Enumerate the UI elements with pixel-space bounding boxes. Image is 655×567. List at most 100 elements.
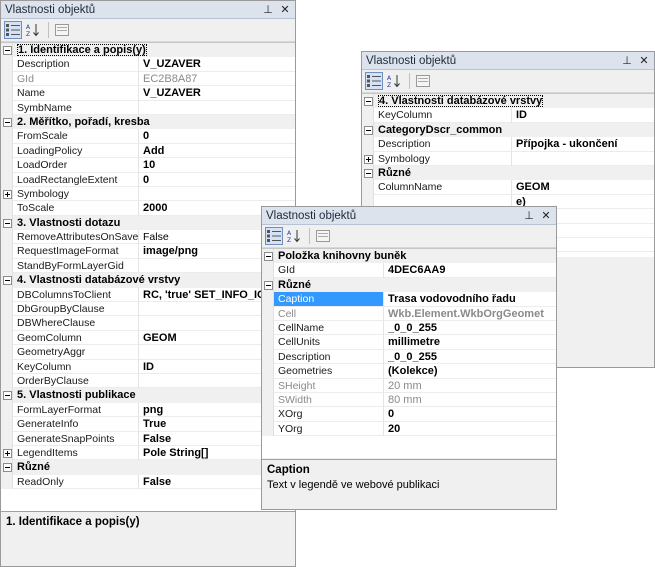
property-row[interactable]: KeyColumn ID bbox=[362, 108, 654, 123]
property-value[interactable]: 10 bbox=[139, 158, 295, 173]
collapse-icon[interactable] bbox=[3, 117, 12, 127]
alphabetical-sort-icon[interactable]: AZ bbox=[285, 227, 303, 245]
category-row[interactable]: Položka knihovny buněk bbox=[262, 249, 556, 264]
property-row[interactable]: OrderByClause bbox=[1, 373, 295, 389]
collapse-icon[interactable] bbox=[364, 168, 373, 178]
property-row[interactable]: SHeight 20 mm bbox=[262, 378, 556, 393]
property-row[interactable]: RemoveAttributesOnSave False bbox=[1, 230, 295, 245]
property-grid[interactable]: Položka knihovny buněk GId 4DEC6AA9 Různé Ca… bbox=[262, 248, 556, 458]
collapse-icon[interactable] bbox=[264, 252, 273, 261]
expand-icon[interactable] bbox=[3, 189, 12, 199]
property-value[interactable] bbox=[139, 101, 295, 115]
property-value[interactable]: 0 bbox=[384, 407, 556, 422]
expand-icon[interactable] bbox=[364, 154, 373, 164]
categorized-view-icon[interactable] bbox=[265, 227, 283, 245]
property-value[interactable]: V_UZAVER bbox=[139, 86, 295, 101]
collapse-icon[interactable] bbox=[364, 125, 373, 135]
property-grid[interactable]: 1. Identifikace a popis(y) Description V_U… bbox=[1, 42, 295, 512]
property-row[interactable]: GenerateInfo True bbox=[1, 417, 295, 432]
property-value[interactable]: millimetre bbox=[384, 335, 556, 350]
property-value[interactable]: GEOM bbox=[512, 180, 654, 195]
property-row[interactable]: XOrg 0 bbox=[262, 407, 556, 422]
collapse-icon[interactable] bbox=[3, 463, 12, 473]
property-row[interactable]: GId EC2B8A87 bbox=[1, 71, 295, 87]
category-row[interactable]: 2. Měřítko, pořadí, kresba bbox=[1, 114, 295, 130]
property-value[interactable] bbox=[512, 152, 654, 166]
property-value[interactable]: 80 mm bbox=[384, 393, 556, 408]
property-row[interactable]: LoadingPolicy Add bbox=[1, 143, 295, 159]
property-row[interactable]: GenerateSnapPoints False bbox=[1, 431, 295, 446]
property-row[interactable]: SymbName bbox=[1, 100, 295, 115]
category-row[interactable]: 4. Vlastnosti databázové vrstvy bbox=[1, 273, 295, 288]
category-row[interactable]: 5. Vlastnosti publikace bbox=[1, 388, 295, 403]
category-row[interactable]: Různé bbox=[362, 165, 654, 181]
panel-titlebar[interactable]: Vlastnosti objektů ⊥ ✕ bbox=[362, 52, 654, 70]
pin-icon[interactable]: ⊥ bbox=[522, 209, 536, 223]
close-icon[interactable]: ✕ bbox=[539, 209, 553, 223]
property-row[interactable]: DBWhereClause bbox=[1, 316, 295, 331]
property-row[interactable]: Symbology bbox=[1, 186, 295, 202]
property-pages-icon[interactable] bbox=[314, 227, 332, 245]
property-value[interactable]: (Kolekce) bbox=[384, 364, 556, 379]
category-row[interactable]: 1. Identifikace a popis(y) bbox=[1, 43, 295, 58]
category-row[interactable]: CategoryDscr_common bbox=[362, 122, 654, 138]
pin-icon[interactable]: ⊥ bbox=[620, 54, 634, 68]
expand-icon[interactable] bbox=[3, 448, 12, 458]
panel-titlebar[interactable]: Vlastnosti objektů ⊥ ✕ bbox=[262, 207, 556, 225]
property-row[interactable]: LegendItems Pole String[] bbox=[1, 445, 295, 461]
category-row[interactable]: Různé bbox=[262, 277, 556, 293]
property-row[interactable]: FormLayerFormat png bbox=[1, 402, 295, 418]
property-row[interactable]: GeometryAggr bbox=[1, 345, 295, 360]
property-row[interactable]: Cell Wkb.Element.WkbOrgGeomet bbox=[262, 306, 556, 321]
property-row[interactable]: Description Přípojka - ukončení bbox=[362, 137, 654, 152]
category-row[interactable]: 3. Vlastnosti dotazu bbox=[1, 215, 295, 231]
collapse-icon[interactable] bbox=[3, 46, 12, 55]
property-row[interactable]: Caption Trasa vodovodního řadu bbox=[262, 292, 556, 307]
property-row[interactable]: KeyColumn ID bbox=[1, 359, 295, 374]
categorized-view-icon[interactable] bbox=[4, 21, 22, 39]
property-value[interactable]: 0 bbox=[139, 129, 295, 144]
collapse-icon[interactable] bbox=[3, 391, 12, 401]
category-row[interactable]: Různé bbox=[1, 460, 295, 475]
property-row[interactable]: ToScale 2000 bbox=[1, 201, 295, 216]
property-row[interactable]: LoadRectangleExtent 0 bbox=[1, 172, 295, 187]
property-row[interactable]: DbGroupByClause bbox=[1, 302, 295, 317]
property-value[interactable]: 20 mm bbox=[384, 379, 556, 393]
property-row[interactable]: CellName _0_0_255 bbox=[262, 320, 556, 336]
property-row[interactable]: Symbology bbox=[362, 151, 654, 166]
property-pages-icon[interactable] bbox=[53, 21, 71, 39]
category-row[interactable]: 4. Vlastnosti databázové vrstvy bbox=[362, 94, 654, 109]
property-value[interactable]: 0 bbox=[139, 173, 295, 187]
property-row[interactable]: Description V_UZAVER bbox=[1, 57, 295, 72]
property-row[interactable]: Geometries (Kolekce) bbox=[262, 364, 556, 379]
property-row[interactable]: LoadOrder 10 bbox=[1, 158, 295, 173]
property-value[interactable]: _0_0_255 bbox=[384, 350, 556, 365]
property-value[interactable]: EC2B8A87 bbox=[139, 72, 295, 87]
collapse-icon[interactable] bbox=[3, 218, 12, 228]
property-row[interactable]: StandByFormLayerGid bbox=[1, 258, 295, 274]
collapse-icon[interactable] bbox=[3, 276, 12, 286]
property-row[interactable]: GId 4DEC6AA9 bbox=[262, 263, 556, 278]
property-row[interactable]: CellUnits millimetre bbox=[262, 335, 556, 350]
property-row[interactable]: Description _0_0_255 bbox=[262, 349, 556, 365]
property-value[interactable]: Add bbox=[139, 144, 295, 159]
property-value[interactable]: V_UZAVER bbox=[139, 57, 295, 72]
property-value[interactable]: Wkb.Element.WkbOrgGeomet bbox=[384, 307, 556, 321]
property-value[interactable]: 4DEC6AA9 bbox=[384, 263, 556, 278]
property-row[interactable]: SWidth 80 mm bbox=[262, 392, 556, 408]
property-value[interactable] bbox=[139, 187, 295, 202]
categorized-view-icon[interactable] bbox=[365, 72, 383, 90]
property-row[interactable]: FromScale 0 bbox=[1, 129, 295, 144]
panel-titlebar[interactable]: Vlastnosti objektů ⊥ ✕ bbox=[1, 1, 295, 19]
collapse-icon[interactable] bbox=[264, 280, 273, 290]
property-value[interactable]: _0_0_255 bbox=[384, 321, 556, 336]
property-row[interactable]: RequestImageFormat image/png bbox=[1, 244, 295, 259]
property-pages-icon[interactable] bbox=[414, 72, 432, 90]
property-value[interactable]: Trasa vodovodního řadu bbox=[384, 292, 556, 307]
property-row[interactable]: YOrg 20 bbox=[262, 421, 556, 437]
alphabetical-sort-icon[interactable]: AZ bbox=[24, 21, 42, 39]
property-row[interactable]: DBColumnsToClient RC, 'true' SET_INFO_IC bbox=[1, 287, 295, 303]
property-value[interactable]: 20 bbox=[384, 422, 556, 437]
property-row[interactable]: GeomColumn GEOM bbox=[1, 330, 295, 346]
close-icon[interactable]: ✕ bbox=[637, 54, 651, 68]
